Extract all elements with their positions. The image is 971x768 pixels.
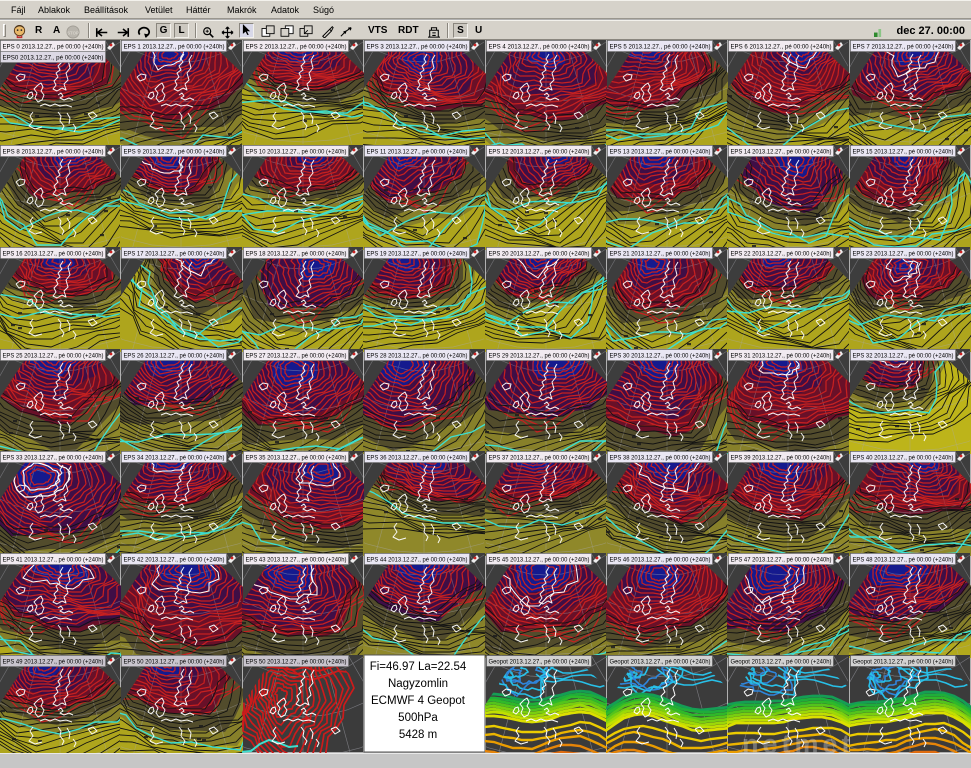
svg-text:EPS 49 2013.12.27., pé 00:00 (: EPS 49 2013.12.27., pé 00:00 (+240h)	[3, 659, 104, 666]
svg-text:EPS 27 2013.12.27., pé 00:00 (: EPS 27 2013.12.27., pé 00:00 (+240h)	[246, 353, 347, 360]
svg-text:EPS 42 2013.12.27., pé 00:00 (: EPS 42 2013.12.27., pé 00:00 (+240h)	[124, 557, 225, 564]
svg-text:EPS 30 2013.12.27., pé 00:00 (: EPS 30 2013.12.27., pé 00:00 (+240h)	[610, 353, 711, 360]
svg-text:EPS 37 2013.12.27., pé 00:00 (: EPS 37 2013.12.27., pé 00:00 (+240h)	[489, 455, 590, 462]
svg-text:EPS 7 2013.12.27., pé 00:00 (+: EPS 7 2013.12.27., pé 00:00 (+240h)	[853, 44, 954, 51]
svg-text:EPS 3 2013.12.27., pé 00:00 (+: EPS 3 2013.12.27., pé 00:00 (+240h)	[367, 44, 468, 51]
svg-text:EPS 4 2013.12.27., pé 00:00 (+: EPS 4 2013.12.27., pé 00:00 (+240h)	[489, 44, 590, 51]
svg-text:EPS 44 2013.12.27., pé 00:00 (: EPS 44 2013.12.27., pé 00:00 (+240h)	[367, 557, 468, 564]
svg-text:EPS 21 2013.12.27., pé 00:00 (: EPS 21 2013.12.27., pé 00:00 (+240h)	[610, 251, 711, 258]
svg-text:Nagyzomlin: Nagyzomlin	[388, 678, 448, 690]
svg-text:EPS 8 2013.12.27., pé 00:00 (+: EPS 8 2013.12.27., pé 00:00 (+240h)	[3, 149, 104, 156]
svg-text:EPS 12 2013.12.27., pé 00:00 (: EPS 12 2013.12.27., pé 00:00 (+240h)	[489, 149, 590, 156]
svg-text:EPS 45 2013.12.27., pé 00:00 (: EPS 45 2013.12.27., pé 00:00 (+240h)	[489, 557, 590, 564]
svg-text:EPS 35 2013.12.27., pé 00:00 (: EPS 35 2013.12.27., pé 00:00 (+240h)	[246, 455, 347, 462]
svg-text:500hPa: 500hPa	[398, 712, 438, 724]
svg-text:EPS 48 2013.12.27., pé 00:00 (: EPS 48 2013.12.27., pé 00:00 (+240h)	[853, 557, 954, 564]
svg-text:EPS 46 2013.12.27., pé 00:00 (: EPS 46 2013.12.27., pé 00:00 (+240h)	[610, 557, 711, 564]
svg-text:EPS 13 2013.12.27., pé 00:00 (: EPS 13 2013.12.27., pé 00:00 (+240h)	[610, 149, 711, 156]
svg-text:EPS 40 2013.12.27., pé 00:00 (: EPS 40 2013.12.27., pé 00:00 (+240h)	[853, 455, 954, 462]
svg-text:ECMWF 4 Geopot: ECMWF 4 Geopot	[371, 695, 466, 707]
svg-text:EPS0 2013.12.27., pé 00:00 (+2: EPS0 2013.12.27., pé 00:00 (+240h)	[3, 55, 104, 62]
svg-text:EPS 33 2013.12.27., pé 00:00 (: EPS 33 2013.12.27., pé 00:00 (+240h)	[3, 455, 104, 462]
svg-text:EPS 50 2013.12.27., pé 00:00 (: EPS 50 2013.12.27., pé 00:00 (+240h)	[124, 659, 225, 666]
svg-text:EPS 16 2013.12.27., pé 00:00 (: EPS 16 2013.12.27., pé 00:00 (+240h)	[3, 251, 104, 258]
svg-text:EPS 1 2013.12.27., pé 00:00 (+: EPS 1 2013.12.27., pé 00:00 (+240h)	[124, 44, 225, 51]
svg-text:EPS 29 2013.12.27., pé 00:00 (: EPS 29 2013.12.27., pé 00:00 (+240h)	[489, 353, 590, 360]
svg-text:EPS 14 2013.12.27., pé 00:00 (: EPS 14 2013.12.27., pé 00:00 (+240h)	[731, 149, 832, 156]
svg-text:STOP: STOP	[67, 30, 79, 35]
svg-text:EPS 22 2013.12.27., pé 00:00 (: EPS 22 2013.12.27., pé 00:00 (+240h)	[731, 251, 832, 258]
svg-text:EPS 15 2013.12.27., pé 00:00 (: EPS 15 2013.12.27., pé 00:00 (+240h)	[853, 149, 954, 156]
svg-text:EPS 20 2013.12.27., pé 00:00 (: EPS 20 2013.12.27., pé 00:00 (+240h)	[489, 251, 590, 258]
svg-text:EPS 25 2013.12.27., pé 00:00 (: EPS 25 2013.12.27., pé 00:00 (+240h)	[3, 353, 104, 360]
svg-text:EPS 5 2013.12.27., pé 00:00 (+: EPS 5 2013.12.27., pé 00:00 (+240h)	[610, 44, 711, 51]
svg-text:EPS 41 2013.12.27., pé 00:00 (: EPS 41 2013.12.27., pé 00:00 (+240h)	[3, 557, 104, 564]
svg-text:EPS 38 2013.12.27., pé 00:00 (: EPS 38 2013.12.27., pé 00:00 (+240h)	[610, 455, 711, 462]
svg-text:EPS 6 2013.12.27., pé 00:00 (+: EPS 6 2013.12.27., pé 00:00 (+240h)	[731, 44, 832, 51]
svg-text:EPS 23 2013.12.27., pé 00:00 (: EPS 23 2013.12.27., pé 00:00 (+240h)	[853, 251, 954, 258]
svg-text:EPS 43 2013.12.27., pé 00:00 (: EPS 43 2013.12.27., pé 00:00 (+240h)	[246, 557, 347, 564]
svg-text:EPS 39 2013.12.27., pé 00:00 (: EPS 39 2013.12.27., pé 00:00 (+240h)	[731, 455, 832, 462]
svg-text:5428 m: 5428 m	[399, 729, 437, 741]
svg-text:EPS 34 2013.12.27., pé 00:00 (: EPS 34 2013.12.27., pé 00:00 (+240h)	[124, 455, 225, 462]
svg-text:Geopot 2013.12.27., pé 00:00 (: Geopot 2013.12.27., pé 00:00 (+240h)	[731, 659, 832, 666]
svg-text:EPS 17 2013.12.27., pé 00:00 (: EPS 17 2013.12.27., pé 00:00 (+240h)	[124, 251, 225, 258]
svg-text:EPS 10 2013.12.27., pé 00:00 (: EPS 10 2013.12.27., pé 00:00 (+240h)	[246, 149, 347, 156]
svg-text:Fi=46.97 La=22.54: Fi=46.97 La=22.54	[370, 661, 467, 673]
svg-text:EPS 19 2013.12.27., pé 00:00 (: EPS 19 2013.12.27., pé 00:00 (+240h)	[367, 251, 468, 258]
svg-text:EPS 50 2013.12.27., pé 00:00 (: EPS 50 2013.12.27., pé 00:00 (+240h)	[246, 659, 347, 666]
svg-text:EPS 26 2013.12.27., pé 00:00 (: EPS 26 2013.12.27., pé 00:00 (+240h)	[124, 353, 225, 360]
svg-text:EPS 47 2013.12.27., pé 00:00 (: EPS 47 2013.12.27., pé 00:00 (+240h)	[731, 557, 832, 564]
svg-text:EPS 9 2013.12.27., pé 00:00 (+: EPS 9 2013.12.27., pé 00:00 (+240h)	[124, 149, 225, 156]
svg-text:EPS 0 2013.12.27., pé 00:00 (+: EPS 0 2013.12.27., pé 00:00 (+240h)	[3, 44, 104, 51]
svg-text:EPS 11 2013.12.27., pé 00:00 (: EPS 11 2013.12.27., pé 00:00 (+240h)	[367, 149, 468, 156]
svg-text:Geopot 2013.12.27., pé 00:00 (: Geopot 2013.12.27., pé 00:00 (+240h)	[853, 659, 954, 666]
svg-text:EPS 32 2013.12.27., pé 00:00 (: EPS 32 2013.12.27., pé 00:00 (+240h)	[853, 353, 954, 360]
svg-text:EPS 36 2013.12.27., pé 00:00 (: EPS 36 2013.12.27., pé 00:00 (+240h)	[367, 455, 468, 462]
svg-text:Geopot 2013.12.27., pé 00:00 (: Geopot 2013.12.27., pé 00:00 (+240h)	[610, 659, 711, 666]
svg-text:EPS 28 2013.12.27., pé 00:00 (: EPS 28 2013.12.27., pé 00:00 (+240h)	[367, 353, 468, 360]
svg-text:EPS 31 2013.12.27., pé 00:00 (: EPS 31 2013.12.27., pé 00:00 (+240h)	[731, 353, 832, 360]
svg-text:EPS 2 2013.12.27., pé 00:00 (+: EPS 2 2013.12.27., pé 00:00 (+240h)	[246, 44, 347, 51]
svg-text:EPS 18 2013.12.27., pé 00:00 (: EPS 18 2013.12.27., pé 00:00 (+240h)	[246, 251, 347, 258]
svg-text:Geopot 2013.12.27., pé 00:00 (: Geopot 2013.12.27., pé 00:00 (+240h)	[489, 659, 590, 666]
